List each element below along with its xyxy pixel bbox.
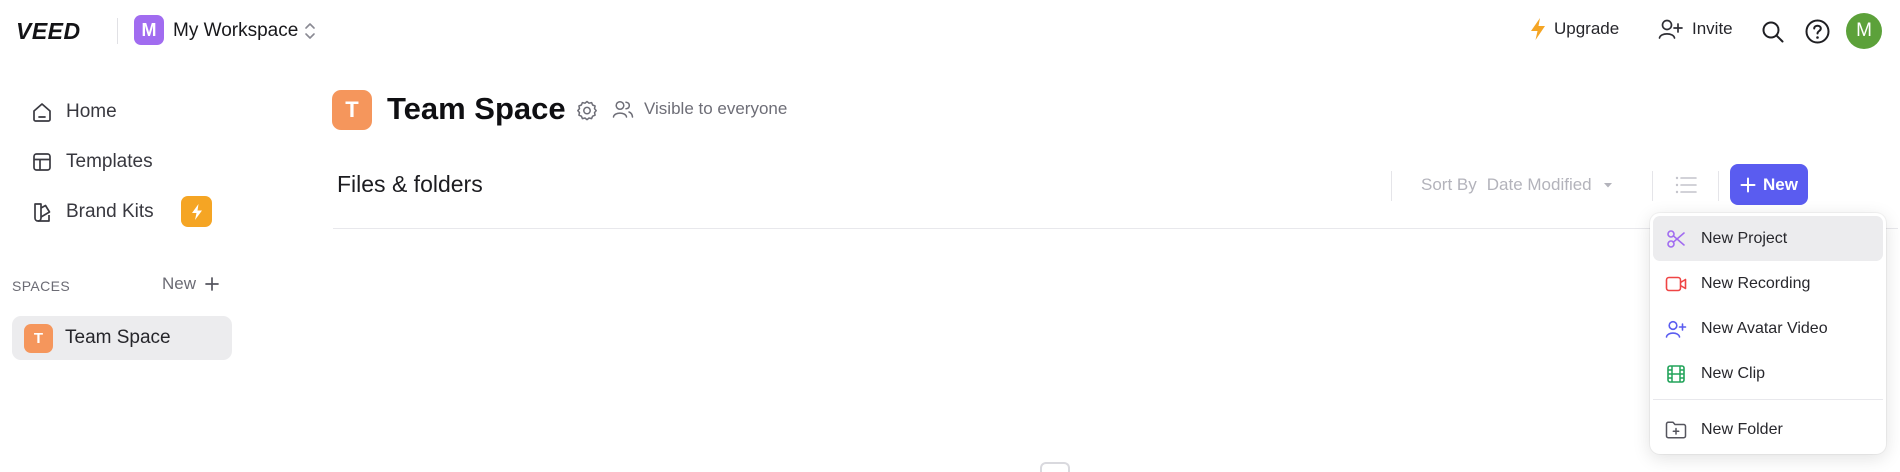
menu-item-new-folder[interactable]: New Folder [1653,407,1883,452]
page-title: Team Space [387,91,566,126]
user-plus-icon [1658,19,1683,39]
menu-item-label: New Clip [1701,364,1766,382]
visibility-label: Visible to everyone [644,99,788,118]
folder-plus-icon [1665,419,1687,441]
sort-dropdown[interactable]: Sort By Date Modified [1421,175,1614,195]
sidebar-item-home[interactable]: Home [16,90,232,134]
menu-item-label: New Avatar Video [1701,319,1828,337]
workspace-avatar[interactable]: M [134,15,164,45]
menu-divider [1653,399,1883,400]
visibility-button[interactable]: Visible to everyone [612,99,787,119]
new-button[interactable]: New [1730,164,1808,205]
upgrade-label: Upgrade [1554,19,1620,38]
sidebar-item-templates[interactable]: Templates [16,140,232,184]
menu-item-label: New Project [1701,229,1788,247]
premium-badge [181,196,212,227]
help-icon[interactable] [1804,18,1831,45]
veed-logo[interactable]: VEED [16,18,81,45]
menu-item-new-recording[interactable]: New Recording [1653,261,1883,306]
menu-item-new-project[interactable]: New Project [1653,216,1883,261]
user-avatar[interactable]: M [1846,13,1882,49]
empty-state-icon [1040,462,1070,472]
sort-by-label: Sort By [1421,175,1477,194]
scissors-icon [1665,228,1687,250]
sidebar-item-label: Home [66,101,117,122]
search-icon[interactable] [1760,19,1786,45]
spaces-heading: SPACES [12,278,71,294]
upgrade-button[interactable]: Upgrade [1528,17,1619,41]
templates-icon [30,150,54,174]
top-bar: VEED M My Workspace Upgrade Invite M [0,0,1900,62]
sidebar-item-label: Templates [66,151,153,172]
lightning-icon [1531,18,1545,40]
brand-kits-icon [30,200,54,224]
space-avatar: T [24,323,53,353]
home-icon [30,100,54,124]
new-space-label: New [162,274,197,293]
menu-item-label: New Recording [1701,274,1811,292]
space-label: Team Space [65,327,171,348]
invite-button[interactable]: Invite [1658,17,1733,41]
section-title: Files & folders [337,171,483,197]
sidebar-item-label: Brand Kits [66,201,154,222]
workspace-switcher-chevron-icon[interactable] [302,20,318,42]
gear-icon[interactable] [576,99,598,121]
new-space-button[interactable]: New [162,274,220,294]
new-button-label: New [1763,174,1798,194]
list-view-icon[interactable] [1673,172,1699,198]
caret-down-icon [1603,183,1612,188]
divider [1652,171,1653,201]
user-plus-icon [1665,318,1687,340]
divider [1718,171,1719,201]
menu-item-new-avatar-video[interactable]: New Avatar Video [1653,306,1883,351]
menu-item-new-clip[interactable]: New Clip [1653,351,1883,396]
plus-icon [1740,177,1756,192]
sidebar-item-team-space[interactable]: T Team Space [12,316,232,360]
lightning-icon [191,203,202,220]
users-icon [612,100,634,118]
new-dropdown-menu: New Project New Recording New Avatar Vid… [1650,213,1886,454]
menu-item-label: New Folder [1701,420,1783,438]
workspace-name[interactable]: My Workspace [173,20,298,42]
plus-icon [205,277,219,291]
sort-value: Date Modified [1486,175,1592,194]
divider [117,18,118,44]
video-camera-icon [1665,273,1687,295]
space-avatar: T [332,90,372,130]
divider [1391,171,1392,201]
invite-label: Invite [1692,19,1733,38]
film-icon [1665,363,1687,385]
